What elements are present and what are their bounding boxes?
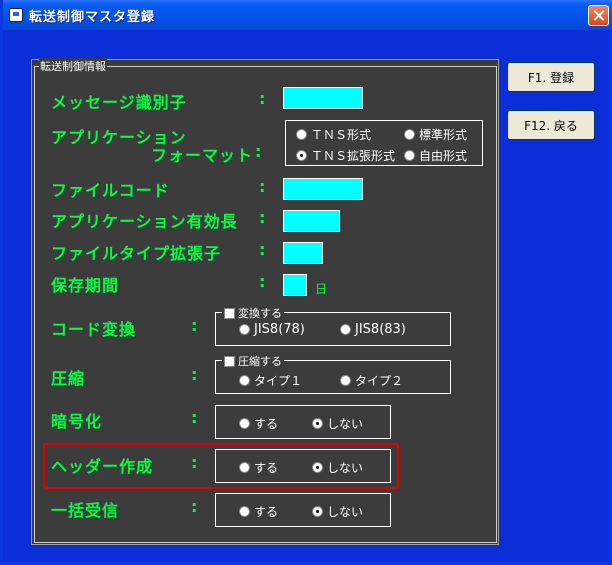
code-conv-option-jis83[interactable]: JIS8(83) bbox=[340, 322, 406, 337]
app-format-colon: : bbox=[255, 142, 262, 161]
back-button[interactable]: F12. 戻る bbox=[507, 110, 595, 140]
file-code-input[interactable] bbox=[283, 178, 363, 200]
file-ext-label: ファイルタイプ拡張子 bbox=[51, 244, 222, 263]
message-id-colon: : bbox=[259, 89, 266, 108]
file-ext-input[interactable] bbox=[283, 242, 323, 264]
app-format-label-line2: フォーマット bbox=[151, 146, 254, 165]
title-bar[interactable]: 転送制御マスタ登録 bbox=[3, 0, 612, 30]
app-length-input[interactable] bbox=[283, 210, 340, 232]
code-conv-checkbox[interactable]: 変換する bbox=[222, 305, 284, 321]
main-window: 転送制御マスタ登録 転送制御情報 メッセージ識別子 : アプリケーション フォー… bbox=[0, 0, 612, 565]
radio-selected-icon bbox=[296, 150, 307, 161]
file-code-colon: : bbox=[259, 177, 266, 196]
compress-colon: : bbox=[191, 365, 198, 384]
checkbox-icon bbox=[224, 307, 235, 319]
window-title: 転送制御マスタ登録 bbox=[29, 10, 156, 25]
encrypt-label: 暗号化 bbox=[51, 412, 103, 431]
radio-icon bbox=[340, 324, 351, 335]
radio-icon bbox=[239, 506, 250, 517]
checkbox-icon bbox=[224, 355, 235, 367]
radio-icon bbox=[296, 129, 307, 140]
app-icon bbox=[9, 8, 23, 22]
code-conv-option-jis78[interactable]: JIS8(78) bbox=[239, 322, 305, 337]
app-length-label: アプリケーション有効長 bbox=[51, 212, 238, 231]
app-format-option-tns-ext[interactable]: ＴＮＳ拡張形式 bbox=[296, 147, 395, 164]
radio-icon bbox=[239, 324, 250, 335]
close-button[interactable] bbox=[588, 5, 609, 26]
radio-selected-icon bbox=[312, 418, 323, 429]
app-format-option-free[interactable]: 自由形式 bbox=[404, 147, 467, 164]
batch-recv-colon: : bbox=[191, 497, 198, 516]
compress-option-type2[interactable]: タイプ２ bbox=[340, 372, 403, 389]
file-code-label: ファイルコード bbox=[51, 181, 170, 200]
compress-option-type1[interactable]: タイプ１ bbox=[239, 372, 302, 389]
radio-selected-icon bbox=[312, 506, 323, 517]
app-length-colon: : bbox=[259, 208, 266, 227]
batch-recv-option-yes[interactable]: する bbox=[239, 503, 278, 520]
code-conv-label: コード変換 bbox=[51, 320, 137, 339]
encrypt-colon: : bbox=[191, 408, 198, 427]
compress-label: 圧縮 bbox=[51, 369, 86, 388]
retention-input[interactable] bbox=[283, 274, 307, 296]
highlight-box bbox=[43, 443, 399, 489]
app-format-option-standard[interactable]: 標準形式 bbox=[404, 126, 467, 143]
message-id-input[interactable] bbox=[283, 87, 363, 109]
code-conv-colon: : bbox=[191, 316, 198, 335]
radio-icon bbox=[239, 418, 250, 429]
app-format-option-tns[interactable]: ＴＮＳ形式 bbox=[296, 126, 371, 143]
radio-icon bbox=[239, 375, 250, 386]
retention-unit: 日 bbox=[315, 282, 328, 296]
radio-icon bbox=[340, 375, 351, 386]
message-id-label: メッセージ識別子 bbox=[51, 93, 187, 112]
group-label: 転送制御情報 bbox=[39, 58, 107, 74]
register-button[interactable]: F1. 登録 bbox=[507, 62, 595, 92]
batch-recv-option-no[interactable]: しない bbox=[312, 503, 363, 520]
encrypt-option-no[interactable]: しない bbox=[312, 415, 363, 432]
retention-colon: : bbox=[259, 272, 266, 291]
file-ext-colon: : bbox=[259, 240, 266, 259]
radio-icon bbox=[404, 129, 415, 140]
compress-checkbox[interactable]: 圧縮する bbox=[222, 353, 284, 369]
radio-icon bbox=[404, 150, 415, 161]
batch-recv-label: 一括受信 bbox=[51, 501, 120, 520]
retention-label: 保存期間 bbox=[51, 276, 120, 295]
encrypt-option-yes[interactable]: する bbox=[239, 415, 278, 432]
